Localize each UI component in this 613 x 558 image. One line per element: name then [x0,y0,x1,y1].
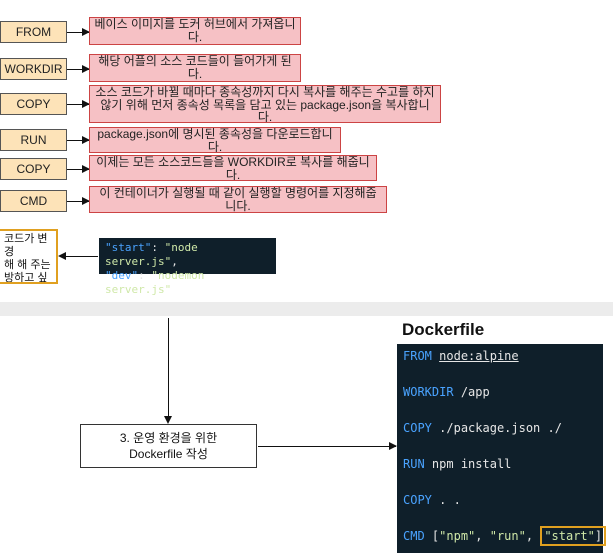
arrow [67,197,90,205]
keyword-box-copy: COPY [0,93,67,115]
keyword-box-cmd: CMD [0,190,67,212]
keyword-box-run: RUN [0,129,67,151]
cmd-start-highlight: "start"] [540,526,607,546]
cmd-start: "start" [544,529,595,543]
docker-keyword: FROM [403,349,432,363]
description-text: 해당 어플의 소스 코드들이 들어가게 된다. [98,54,292,81]
keyword-label: WORKDIR [4,62,63,76]
description-text: 이제는 모든 소스코드들을 WORKDIR로 복사를 해줍니다. [96,155,370,181]
keyword-label: COPY [16,97,51,111]
step-line-2: Dockerfile 작성 [129,447,208,461]
dockerfile-code-block: FROM node:alpine WORKDIR /app COPY ./pac… [397,344,607,553]
description-text: 베이스 이미지를 도커 허브에서 가져옵니다. [94,17,296,44]
dockerfile-line-copy-all: COPY . . [403,493,461,507]
arrow [67,136,90,144]
dockerfile-line-run: RUN npm install [403,457,511,471]
keyword-box-from: FROM [0,21,67,43]
dockerfile-line-from: FROM node:alpine [403,349,519,363]
description-box: 이제는 모든 소스코드들을 WORKDIR로 복사를 해줍니다. [89,155,377,181]
description-box: 해당 어플의 소스 코드들이 들어가게 된다. [89,54,301,82]
arrow-down-head [164,416,172,424]
docker-arg: . . [439,493,461,507]
script-dev-line: "dev": "nodemon server.js" [105,269,205,296]
dockerfile-line-copy: COPY ./package.json ./ [403,421,562,435]
scripts-snippet: "start": "node server.js", "dev": "nodem… [99,238,276,296]
description-box: 소스 코드가 바뀔 때마다 종속성까지 다시 복사를 해주는 수고를 하지 않기… [89,85,441,123]
description-box: 베이스 이미지를 도커 허브에서 가져옵니다. [89,17,301,45]
step-box: 3. 운영 환경을 위한 Dockerfile 작성 [80,424,257,468]
cmd-npm: "npm" [439,529,476,543]
arrow [67,65,90,73]
arrow-right [258,442,397,450]
description-text: 이 컨테이너가 실행될 때 같이 실행할 명령어를 지정해줍니다. [99,186,377,213]
docker-arg: /app [460,385,490,399]
step-line-1: 3. 운영 환경을 위한 [119,431,218,445]
arrow-left [62,256,98,257]
arrow-down [168,318,169,418]
dockerfile-title: Dockerfile [402,320,485,339]
arrow [67,28,90,36]
keyword-label: CMD [19,194,48,208]
arrow [67,165,90,173]
arrow-left-head [58,252,66,260]
script-start-line: "start": "node server.js", [105,241,198,268]
keyword-box-copy: COPY [0,158,67,180]
note-line: 코드가 변경 [4,233,48,258]
description-text: package.json에 명시된 종속성을 다운로드합니다. [97,127,333,153]
cmd-close: ] [594,529,603,543]
script-key: "dev" [105,269,139,282]
dockerfile-line-workdir: WORKDIR /app [403,385,490,399]
docker-arg: node:alpine [439,349,519,363]
cmd-sep: , [475,529,490,543]
cmd-run: "run" [489,529,526,543]
dockerfile-line-cmd: CMD ["npm", "run", "start"] [403,526,607,546]
docker-keyword: CMD [403,529,425,543]
note-box: 코드가 변경 해 해 주는 방하고 싶기 [0,229,58,284]
keyword-box-workdir: WORKDIR [0,58,67,80]
section-divider [0,302,613,316]
keyword-label: FROM [15,25,52,39]
description-text: 소스 코드가 바뀔 때마다 종속성까지 다시 복사를 해주는 수고를 하지 않기… [95,85,435,123]
docker-keyword: COPY [403,421,432,435]
description-box: 이 컨테이너가 실행될 때 같이 실행할 명령어를 지정해줍니다. [89,186,387,213]
docker-keyword: RUN [403,457,425,471]
note-line: 방하고 싶기 [4,272,48,284]
script-key: "start" [105,241,152,254]
note-line: 해 해 주는 [4,259,51,271]
docker-arg: ./package.json ./ [439,421,562,435]
arrow [67,100,90,108]
keyword-label: COPY [16,162,51,176]
description-box: package.json에 명시된 종속성을 다운로드합니다. [89,127,341,153]
docker-arg: npm install [431,457,512,471]
cmd-sep: , [525,529,541,543]
keyword-label: RUN [20,133,47,147]
docker-keyword: COPY [403,493,432,507]
docker-keyword: WORKDIR [403,385,454,399]
